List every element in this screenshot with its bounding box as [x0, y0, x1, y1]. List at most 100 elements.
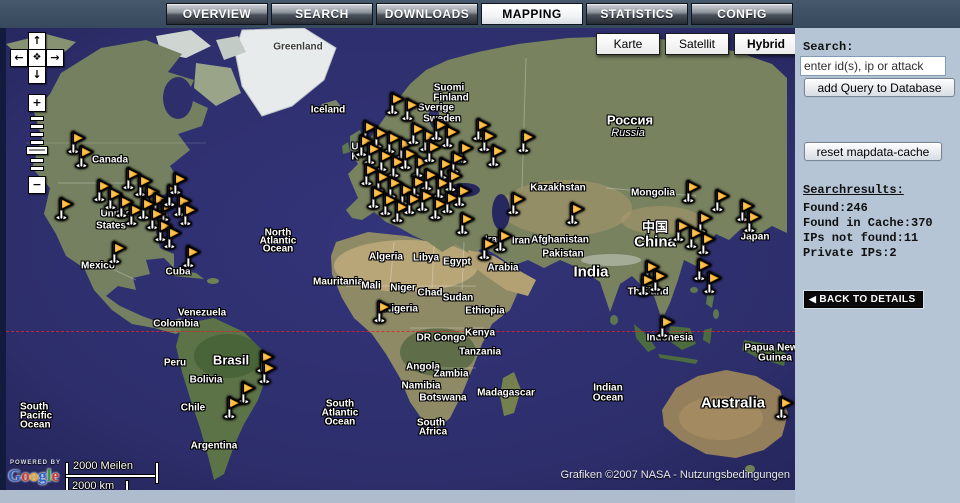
flag-marker[interactable]: [506, 191, 527, 216]
zoom-out-button[interactable]: −: [28, 176, 46, 194]
zoom-slider-tick[interactable]: [30, 124, 44, 129]
map-label: Pakistan: [542, 249, 583, 260]
result-line: IPs not found:11: [803, 231, 933, 246]
flag-marker[interactable]: [178, 202, 199, 227]
flag-marker[interactable]: [684, 225, 705, 250]
map-label: Mali: [361, 281, 380, 292]
flag-marker[interactable]: [372, 299, 393, 324]
result-line: Found in Cache:370: [803, 216, 933, 231]
reset-mapdata-cache-button[interactable]: reset mapdata-cache: [804, 142, 942, 161]
top-nav-bar: OVERVIEWSEARCHDOWNLOADSMAPPINGSTATISTICS…: [0, 0, 960, 28]
flag-marker[interactable]: [655, 314, 676, 339]
search-input[interactable]: [800, 56, 946, 76]
map-label: Russia: [611, 127, 645, 139]
map-label: Afghanistan: [531, 235, 589, 246]
map-label: Sudan: [443, 293, 474, 304]
flag-marker[interactable]: [400, 97, 421, 122]
tab-search[interactable]: SEARCH: [271, 3, 373, 25]
map-label: Arabia: [487, 263, 518, 274]
tab-statistics[interactable]: STATISTICS: [586, 3, 688, 25]
flag-marker[interactable]: [516, 129, 537, 154]
flag-marker[interactable]: [702, 270, 723, 295]
tab-mapping[interactable]: MAPPING: [481, 3, 583, 25]
map-label: Kenya: [465, 328, 495, 339]
map-label: Greenland: [273, 42, 322, 53]
flag-marker[interactable]: [136, 196, 157, 221]
map-label: Ocean: [263, 244, 294, 255]
tab-downloads[interactable]: DOWNLOADS: [376, 3, 478, 25]
flag-marker[interactable]: [774, 395, 795, 420]
map-label: Brasil: [213, 353, 249, 368]
pan-down-button[interactable]: ↓: [28, 66, 46, 84]
flag-marker[interactable]: [455, 211, 476, 236]
map-label: Bolivia: [190, 375, 223, 386]
flag-marker[interactable]: [74, 144, 95, 169]
map-label: States: [96, 221, 126, 232]
result-line: Private IPs:2: [803, 246, 933, 261]
zoom-slider-tick[interactable]: [30, 116, 44, 121]
pan-left-button[interactable]: ←: [10, 49, 28, 67]
map-label: DR Congo: [417, 333, 466, 344]
flag-marker[interactable]: [257, 360, 278, 385]
zoom-slider-tick[interactable]: [30, 158, 44, 163]
zoom-slider-tick[interactable]: [30, 166, 44, 171]
map-label: Chile: [181, 403, 205, 414]
map-label: Ocean: [325, 417, 356, 428]
world-map[interactable]: GreenlandIcelandSuomiFinlandSverigeSwede…: [6, 28, 795, 490]
zoom-slider-handle[interactable]: [26, 146, 48, 155]
maptype-satellit-button[interactable]: Satellit: [665, 33, 729, 55]
sidebar: Search: add Query to Database reset mapd…: [795, 28, 960, 503]
google-logo: Google: [8, 466, 59, 486]
map-label: Botswana: [419, 393, 466, 404]
search-label: Search:: [803, 40, 853, 54]
scale-bar: [66, 475, 158, 477]
google-logo-letter: e: [51, 466, 59, 485]
map-label: Namibia: [402, 381, 441, 392]
tab-overview[interactable]: OVERVIEW: [166, 3, 268, 25]
map-label: Peru: [164, 358, 186, 369]
tab-config[interactable]: CONFIG: [691, 3, 793, 25]
zoom-slider-tick[interactable]: [30, 132, 44, 137]
map-label: Ethiopia: [465, 306, 504, 317]
map-label: Zambia: [433, 369, 468, 380]
flag-marker[interactable]: [452, 183, 473, 208]
flag-marker[interactable]: [107, 240, 128, 265]
tab-bar: OVERVIEWSEARCHDOWNLOADSMAPPINGSTATISTICS…: [166, 3, 793, 25]
flag-marker[interactable]: [477, 236, 498, 261]
search-results-title: Searchresults:: [803, 183, 904, 197]
google-logo-letter: g: [38, 466, 47, 485]
map-type-bar: KarteSatellitHybrid: [596, 33, 795, 55]
pan-right-button[interactable]: →: [46, 49, 64, 67]
flag-marker[interactable]: [565, 201, 586, 226]
flag-marker[interactable]: [486, 143, 507, 168]
flag-marker[interactable]: [681, 179, 702, 204]
maptype-hybrid-button[interactable]: Hybrid: [734, 33, 795, 55]
map-label: Kazakhstan: [530, 183, 586, 194]
pan-center-button[interactable]: ❖: [28, 49, 46, 67]
map-label: India: [573, 264, 608, 281]
add-query-button[interactable]: add Query to Database: [804, 78, 955, 97]
back-arrow-icon: ◀: [809, 294, 816, 304]
flag-marker[interactable]: [222, 395, 243, 420]
flag-marker[interactable]: [181, 244, 202, 269]
pan-up-button[interactable]: ↑: [28, 32, 46, 50]
flag-marker[interactable]: [54, 196, 75, 221]
zoom-slider-tick[interactable]: [30, 140, 44, 145]
google-logo-letter: G: [8, 466, 21, 485]
map-label: Ocean: [20, 420, 51, 431]
scale-miles-label: 2000 Meilen: [73, 460, 133, 472]
flag-marker[interactable]: [162, 225, 183, 250]
zoom-in-button[interactable]: +: [28, 94, 46, 112]
map-label: Россия: [607, 113, 653, 128]
map-label: Africa: [419, 427, 447, 438]
maptype-karte-button[interactable]: Karte: [596, 33, 660, 55]
flag-marker[interactable]: [636, 272, 657, 297]
map-label: Ocean: [593, 393, 624, 404]
flag-marker[interactable]: [742, 209, 763, 234]
back-to-details-button[interactable]: ◀BACK TO DETAILS: [804, 291, 923, 308]
map-label: Australia: [701, 395, 765, 412]
map-attribution: Grafiken ©2007 NASA - Nutzungsbedingunge…: [561, 469, 790, 481]
map-label: Tanzania: [459, 347, 501, 358]
back-button-label: BACK TO DETAILS: [819, 294, 915, 305]
map-label: Guinea: [758, 353, 792, 364]
